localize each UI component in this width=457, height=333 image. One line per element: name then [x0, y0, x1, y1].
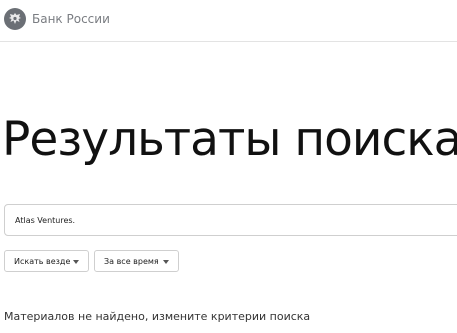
filter-period-dropdown[interactable]: За все время [94, 250, 179, 272]
page: Банк России Результаты поиска Искать вез… [0, 0, 457, 333]
search-box[interactable] [4, 204, 457, 236]
no-results-message: Материалов не найдено, измените критерии… [4, 310, 311, 323]
chevron-down-icon [73, 260, 79, 264]
filter-scope-dropdown[interactable]: Искать везде [4, 250, 89, 272]
filter-scope-label: Искать везде [14, 257, 71, 266]
filter-period-label: За все время [104, 257, 159, 266]
search-input[interactable] [15, 205, 435, 235]
double-headed-eagle-icon[interactable] [4, 8, 26, 30]
brand-name[interactable]: Банк России [32, 11, 110, 27]
page-title: Результаты поиска [2, 112, 457, 167]
site-header: Банк России [0, 0, 457, 42]
chevron-down-icon [163, 260, 169, 264]
